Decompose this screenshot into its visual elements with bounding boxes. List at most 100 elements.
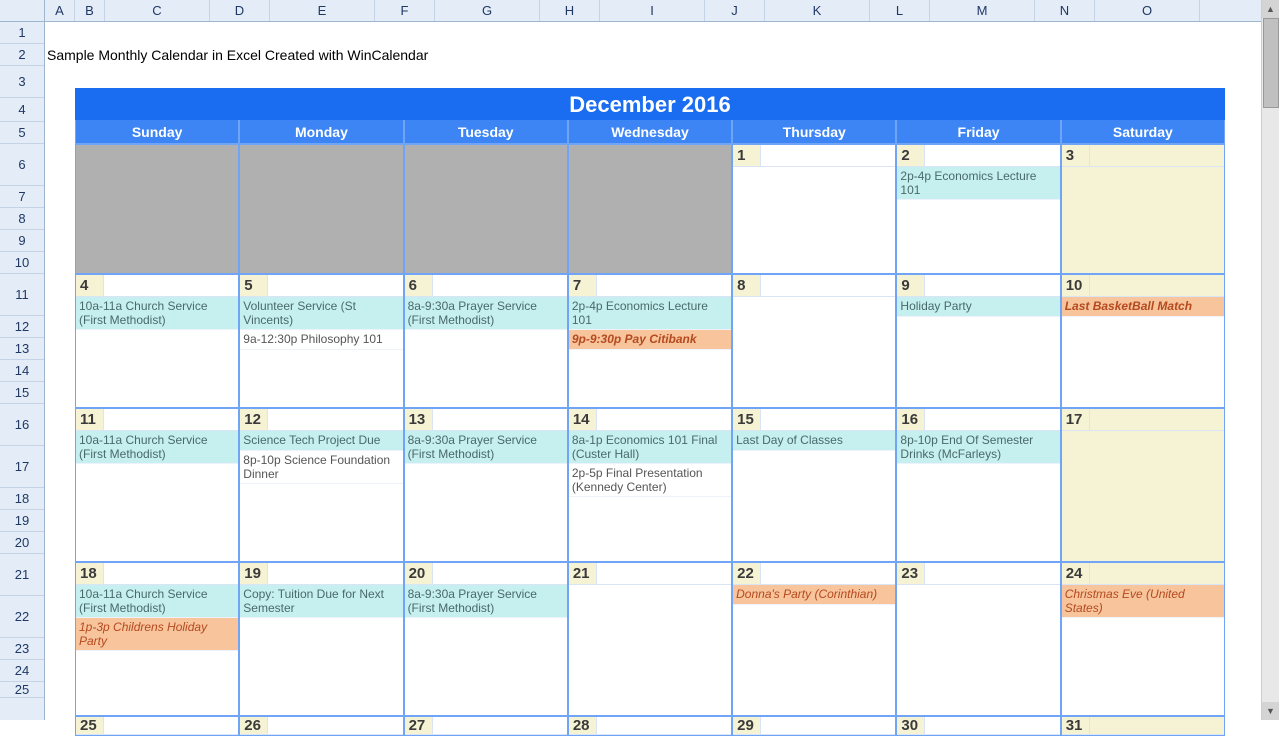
row-header-13[interactable]: 13	[0, 338, 44, 360]
vertical-scrollbar[interactable]: ▲ ▼	[1261, 0, 1279, 720]
calendar-cell[interactable]: 31	[1061, 716, 1225, 736]
calendar-cell[interactable]: 26	[239, 716, 403, 736]
calendar-month-title[interactable]: December 2016	[75, 88, 1225, 120]
row-header-15[interactable]: 15	[0, 382, 44, 404]
column-header-K[interactable]: K	[765, 0, 870, 21]
row-header-9[interactable]: 9	[0, 230, 44, 252]
row-header-4[interactable]: 4	[0, 98, 44, 122]
row-header-20[interactable]: 20	[0, 532, 44, 554]
row-header-11[interactable]: 11	[0, 274, 44, 316]
calendar-event[interactable]: 8a-9:30a Prayer Service (First Methodist…	[405, 431, 567, 464]
calendar-cell[interactable]: 138a-9:30a Prayer Service (First Methodi…	[404, 408, 568, 562]
row-header-1[interactable]: 1	[0, 22, 44, 44]
calendar-event[interactable]: 8a-9:30a Prayer Service (First Methodist…	[405, 585, 567, 618]
column-header-I[interactable]: I	[600, 0, 705, 21]
row-header-17[interactable]: 17	[0, 446, 44, 488]
calendar-event[interactable]: 10a-11a Church Service (First Methodist)	[76, 431, 238, 464]
row-header-25[interactable]: 25	[0, 682, 44, 698]
calendar-event[interactable]: Copy: Tuition Due for Next Semester	[240, 585, 402, 618]
calendar-cell[interactable]: 28	[568, 716, 732, 736]
column-header-L[interactable]: L	[870, 0, 930, 21]
calendar-event[interactable]: 8a-1p Economics 101 Final (Custer Hall)	[569, 431, 731, 464]
calendar-cell[interactable]: 27	[404, 716, 568, 736]
calendar-event[interactable]: 2p-5p Final Presentation (Kennedy Center…	[569, 464, 731, 497]
row-header-3[interactable]: 3	[0, 66, 44, 98]
row-header-7[interactable]: 7	[0, 186, 44, 208]
calendar-event[interactable]: Last BasketBall Match	[1062, 297, 1224, 317]
calendar-cell[interactable]: 1	[732, 144, 896, 274]
calendar-cell[interactable]: 72p-4p Economics Lecture 1019p-9:30p Pay…	[568, 274, 732, 408]
column-header-J[interactable]: J	[705, 0, 765, 21]
calendar-cell[interactable]	[568, 144, 732, 274]
calendar-cell[interactable]: 21	[568, 562, 732, 716]
column-header-M[interactable]: M	[930, 0, 1035, 21]
calendar-cell[interactable]: 29	[732, 716, 896, 736]
calendar-cell[interactable]: 3	[1061, 144, 1225, 274]
row-header-12[interactable]: 12	[0, 316, 44, 338]
calendar-cell[interactable]: 5Volunteer Service (St Vincents)9a-12:30…	[239, 274, 403, 408]
calendar-cell[interactable]: 10Last BasketBall Match	[1061, 274, 1225, 408]
row-header-8[interactable]: 8	[0, 208, 44, 230]
column-header-G[interactable]: G	[435, 0, 540, 21]
calendar-event[interactable]: Donna's Party (Corinthian)	[733, 585, 895, 605]
column-header-A[interactable]: A	[45, 0, 75, 21]
calendar-cell[interactable]: 15Last Day of Classes	[732, 408, 896, 562]
calendar-event[interactable]: 9a-12:30p Philosophy 101	[240, 330, 402, 350]
calendar-cell[interactable]: 19Copy: Tuition Due for Next Semester	[239, 562, 403, 716]
row-header-2[interactable]: 2	[0, 44, 44, 66]
calendar-event[interactable]: 10a-11a Church Service (First Methodist)	[76, 585, 238, 618]
calendar-cell[interactable]: 9Holiday Party	[896, 274, 1060, 408]
calendar-event[interactable]: 10a-11a Church Service (First Methodist)	[76, 297, 238, 330]
calendar-event[interactable]: Volunteer Service (St Vincents)	[240, 297, 402, 330]
calendar-cell[interactable]: 23	[896, 562, 1060, 716]
calendar-cell[interactable]: 17	[1061, 408, 1225, 562]
calendar-event[interactable]: 2p-4p Economics Lecture 101	[569, 297, 731, 330]
row-header-19[interactable]: 19	[0, 510, 44, 532]
calendar-cell[interactable]	[75, 144, 239, 274]
calendar-cell[interactable]	[404, 144, 568, 274]
calendar-cell[interactable]: 22Donna's Party (Corinthian)	[732, 562, 896, 716]
row-header-24[interactable]: 24	[0, 660, 44, 682]
calendar-cell[interactable]	[239, 144, 403, 274]
title-cell[interactable]: Sample Monthly Calendar in Excel Created…	[45, 44, 428, 66]
calendar-cell[interactable]: 25	[75, 716, 239, 736]
column-header-H[interactable]: H	[540, 0, 600, 21]
column-header-E[interactable]: E	[270, 0, 375, 21]
row-header-23[interactable]: 23	[0, 638, 44, 660]
calendar-cell[interactable]: 8	[732, 274, 896, 408]
calendar-event[interactable]: 8a-9:30a Prayer Service (First Methodist…	[405, 297, 567, 330]
column-header-C[interactable]: C	[105, 0, 210, 21]
calendar-cell[interactable]: 208a-9:30a Prayer Service (First Methodi…	[404, 562, 568, 716]
row-header-5[interactable]: 5	[0, 122, 44, 144]
calendar-event[interactable]: Christmas Eve (United States)	[1062, 585, 1224, 618]
column-header-B[interactable]: B	[75, 0, 105, 21]
calendar-event[interactable]: 8p-10p End Of Semester Drinks (McFarleys…	[897, 431, 1059, 464]
calendar-cell[interactable]: 68a-9:30a Prayer Service (First Methodis…	[404, 274, 568, 408]
calendar-event[interactable]: 8p-10p Science Foundation Dinner	[240, 451, 402, 484]
calendar-event[interactable]: 2p-4p Economics Lecture 101	[897, 167, 1059, 200]
scroll-down-button[interactable]: ▼	[1262, 702, 1279, 720]
calendar-event[interactable]: Last Day of Classes	[733, 431, 895, 451]
calendar-event[interactable]: 9p-9:30p Pay Citibank	[569, 330, 731, 350]
row-header-14[interactable]: 14	[0, 360, 44, 382]
scroll-up-button[interactable]: ▲	[1262, 0, 1279, 18]
row-header-21[interactable]: 21	[0, 554, 44, 596]
spreadsheet-grid[interactable]: ABCDEFGHIJKLMNO Sample Monthly Calendar …	[45, 0, 1279, 720]
calendar-event[interactable]: Science Tech Project Due	[240, 431, 402, 451]
calendar-cell[interactable]: 24Christmas Eve (United States)	[1061, 562, 1225, 716]
column-header-D[interactable]: D	[210, 0, 270, 21]
row-header-16[interactable]: 16	[0, 404, 44, 446]
calendar-cell[interactable]: 1110a-11a Church Service (First Methodis…	[75, 408, 239, 562]
calendar-cell[interactable]: 168p-10p End Of Semester Drinks (McFarle…	[896, 408, 1060, 562]
calendar-cell[interactable]: 410a-11a Church Service (First Methodist…	[75, 274, 239, 408]
calendar-cell[interactable]: 22p-4p Economics Lecture 101	[896, 144, 1060, 274]
row-header-6[interactable]: 6	[0, 144, 44, 186]
scroll-thumb[interactable]	[1263, 18, 1279, 108]
row-header-18[interactable]: 18	[0, 488, 44, 510]
calendar-event[interactable]: 1p-3p Childrens Holiday Party	[76, 618, 238, 651]
column-header-N[interactable]: N	[1035, 0, 1095, 21]
calendar-cell[interactable]: 148a-1p Economics 101 Final (Custer Hall…	[568, 408, 732, 562]
row-header-10[interactable]: 10	[0, 252, 44, 274]
column-header-O[interactable]: O	[1095, 0, 1200, 21]
calendar-event[interactable]: Holiday Party	[897, 297, 1059, 317]
